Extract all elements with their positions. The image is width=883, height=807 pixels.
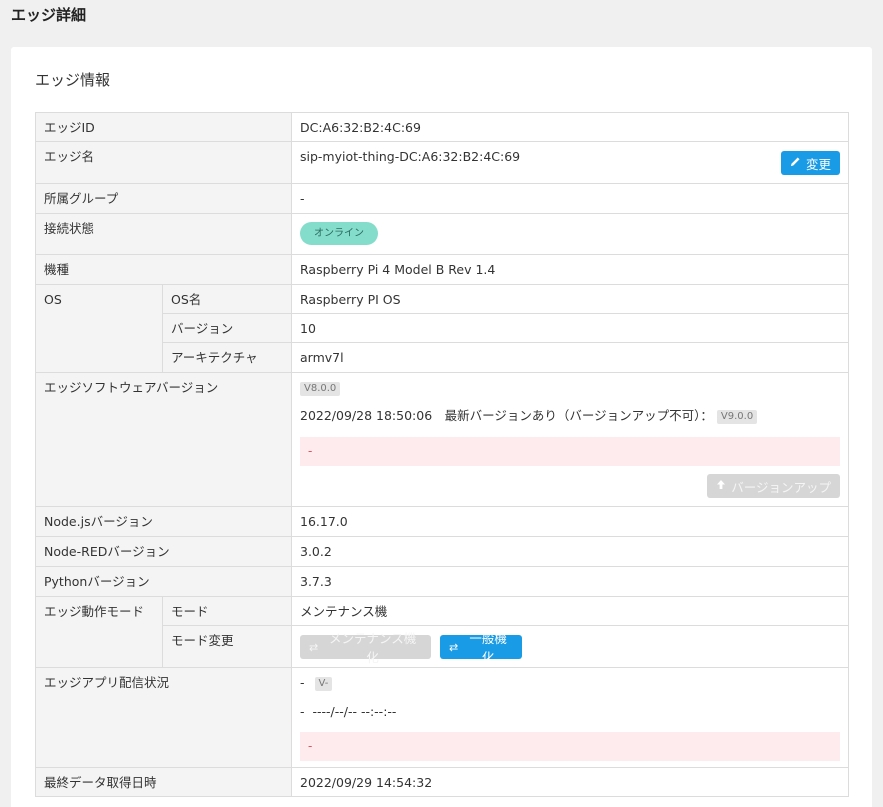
label-os: OS (35, 284, 163, 373)
row-app: エッジアプリ配信状況 - V- - ----/--/-- --:--:-- - (35, 667, 849, 768)
label-connection: 接続状態 (35, 213, 292, 255)
label-software: エッジソフトウェアバージョン (35, 372, 292, 507)
row-nodejs: Node.jsバージョン 16.17.0 (35, 506, 849, 537)
app-date-line: - ----/--/-- --:--:-- (300, 704, 397, 719)
value-os-version: 10 (291, 313, 849, 343)
label-edge-id: エッジID (35, 112, 292, 142)
pencil-icon (790, 156, 801, 170)
row-os-name: OS OS名 Raspberry PI OS (35, 284, 849, 373)
edge-info-table: エッジID DC:A6:32:B2:4C:69 エッジ名 sip-myiot-t… (35, 112, 849, 797)
row-mode: エッジ動作モード モード メンテナンス機 (35, 596, 849, 668)
version-up-button[interactable]: バージョンアップ (707, 474, 840, 498)
value-nodered: 3.0.2 (291, 536, 849, 567)
row-software: エッジソフトウェアバージョン V8.0.0 2022/09/28 18:50:0… (35, 372, 849, 507)
cell-connection: オンライン (291, 213, 849, 255)
row-edge-name: エッジ名 sip-myiot-thing-DC:A6:32:B2:4C:69 変… (35, 141, 849, 184)
cell-software: V8.0.0 2022/09/28 18:50:06 最新バージョンあり（バージ… (291, 372, 849, 507)
row-connection: 接続状態 オンライン (35, 213, 849, 255)
general-mode-button[interactable]: ⇄ 一般機化 (439, 631, 522, 665)
swap-icon: ⇄ (448, 640, 459, 654)
row-nodered: Node-REDバージョン 3.0.2 (35, 536, 849, 567)
card-title: エッジ情報 (35, 71, 111, 89)
value-last-data: 2022/09/29 14:54:32 (291, 767, 849, 797)
label-operation-mode: エッジ動作モード (35, 596, 163, 668)
maintenance-mode-button[interactable]: ⇄ メンテナンス機化 (300, 631, 431, 665)
row-model: 機種 Raspberry Pi 4 Model B Rev 1.4 (35, 254, 849, 285)
label-os-version: バージョン (162, 313, 292, 343)
app-version-line: - V- (300, 675, 840, 691)
app-version-tag: V- (314, 676, 333, 691)
label-edge-name: エッジ名 (35, 141, 292, 184)
row-edge-id: エッジID DC:A6:32:B2:4C:69 (35, 112, 849, 142)
status-badge: オンライン (300, 222, 378, 245)
app-dash: - (300, 675, 305, 690)
value-os-arch: armv7l (291, 342, 849, 373)
edit-name-button[interactable]: 変更 (780, 151, 840, 175)
page-title: エッジ詳細 (11, 6, 87, 24)
cell-app: - V- - ----/--/-- --:--:-- - (291, 667, 849, 768)
cell-edge-name: sip-myiot-thing-DC:A6:32:B2:4C:69 変更 (291, 141, 849, 184)
label-os-name: OS名 (162, 284, 292, 314)
value-group: - (291, 183, 849, 214)
app-alert: - (300, 732, 840, 761)
maintenance-mode-button-label: メンテナンス機化 (328, 631, 417, 665)
software-current-line: V8.0.0 (300, 380, 840, 396)
cell-mode-change: ⇄ メンテナンス機化 ⇄ 一般機化 (291, 625, 849, 668)
value-edge-name: sip-myiot-thing-DC:A6:32:B2:4C:69 (300, 149, 521, 164)
edge-info-card: エッジ情報 エッジID DC:A6:32:B2:4C:69 エッジ名 sip-m… (11, 47, 872, 807)
row-python: Pythonバージョン 3.7.3 (35, 566, 849, 597)
label-mode: モード (162, 596, 292, 626)
latest-version-tag: V9.0.0 (716, 409, 758, 424)
value-python: 3.7.3 (291, 566, 849, 597)
edit-name-button-label: 変更 (805, 156, 831, 172)
label-nodered: Node-REDバージョン (35, 536, 292, 567)
software-actions: バージョンアップ (300, 474, 840, 498)
software-status-text: 2022/09/28 18:50:06 最新バージョンあり（バージョンアップ不可… (300, 408, 713, 423)
value-mode: メンテナンス機 (291, 596, 849, 626)
swap-icon: ⇄ (309, 640, 319, 654)
label-app: エッジアプリ配信状況 (35, 667, 292, 768)
value-nodejs: 16.17.0 (291, 506, 849, 537)
arrow-up-icon (716, 479, 726, 493)
value-edge-id: DC:A6:32:B2:4C:69 (291, 112, 849, 142)
row-group: 所属グループ - (35, 183, 849, 214)
software-status-line: 2022/09/28 18:50:06 最新バージョンあり（バージョンアップ不可… (300, 408, 840, 424)
general-mode-button-label: 一般機化 (469, 631, 507, 665)
value-os-name: Raspberry PI OS (291, 284, 849, 314)
value-model: Raspberry Pi 4 Model B Rev 1.4 (291, 254, 849, 285)
label-os-arch: アーキテクチャ (162, 342, 292, 373)
current-version-tag: V8.0.0 (300, 381, 341, 396)
software-alert: - (300, 437, 840, 466)
label-mode-change: モード変更 (162, 625, 292, 668)
row-last-data: 最終データ取得日時 2022/09/29 14:54:32 (35, 767, 849, 797)
label-python: Pythonバージョン (35, 566, 292, 597)
label-nodejs: Node.jsバージョン (35, 506, 292, 537)
label-model: 機種 (35, 254, 292, 285)
label-last-data: 最終データ取得日時 (35, 767, 292, 797)
version-up-button-label: バージョンアップ (731, 479, 831, 495)
label-group: 所属グループ (35, 183, 292, 214)
